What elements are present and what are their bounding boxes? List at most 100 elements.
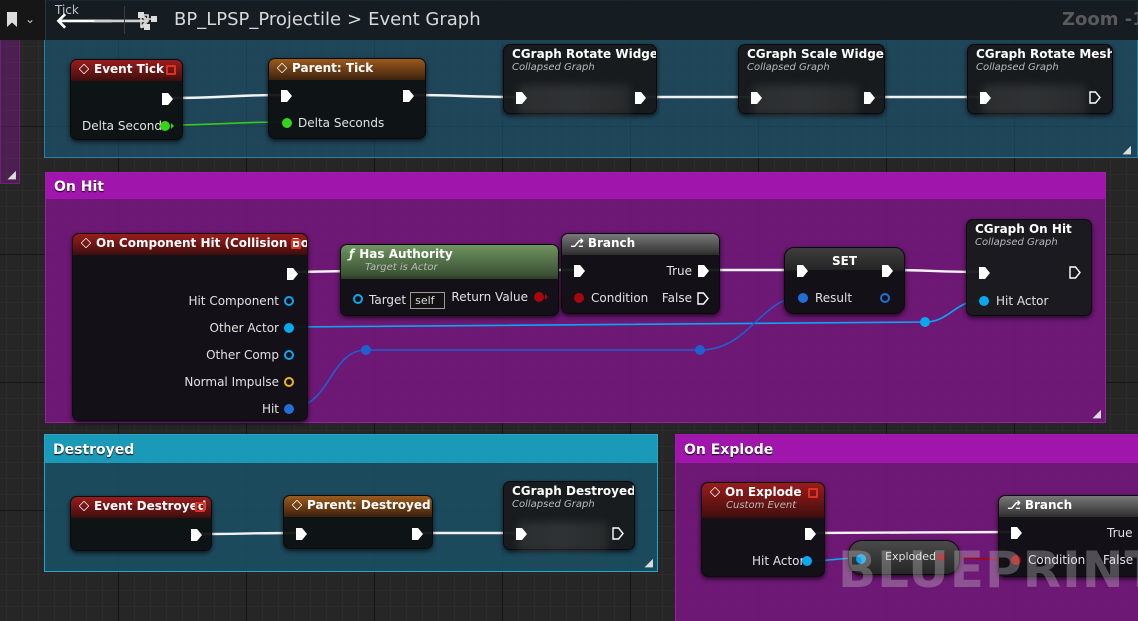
object-out-pin[interactable] — [284, 350, 294, 360]
exec-out-pin[interactable] — [287, 268, 298, 280]
node-header[interactable]: Parent: Tick — [269, 59, 425, 80]
blueprint-graph-canvas[interactable]: ◢ ◢ On Hit ◢ Destroyed ◢ On Explode Even… — [0, 0, 1138, 621]
exec-out-pin[interactable] — [1069, 266, 1081, 279]
exec-out-true-pin[interactable] — [698, 265, 709, 277]
pin-label: Return Value — [451, 290, 528, 304]
delegate-pin[interactable] — [166, 65, 176, 75]
exec-out-false-pin[interactable] — [697, 292, 709, 305]
object-out-pin[interactable] — [802, 556, 812, 566]
object-in-pin[interactable] — [353, 294, 363, 304]
graph-toolbar: ⌄ Tick 🡐 🡒 BP_LPSP_Projectile > Event Grap… — [0, 0, 1138, 40]
toolbar-divider — [124, 6, 125, 34]
exec-wire — [170, 93, 284, 100]
node-title: CGraph Destroyed — [512, 484, 634, 498]
node-parent-destroyed[interactable]: Parent: Destroyed — [283, 495, 433, 549]
node-header[interactable]: On Component Hit (Collision Box) — [73, 234, 307, 255]
pin-label: Hit Actor — [752, 554, 805, 568]
breadcrumb-graph[interactable]: Event Graph — [368, 9, 481, 30]
node-header[interactable]: CGraph Rotate Widget Collapsed Graph — [504, 45, 656, 81]
node-cgraph-on-hit[interactable]: CGraph On Hit Collapsed Graph Hit Actor — [966, 219, 1092, 316]
struct-out-pin[interactable] — [880, 293, 890, 303]
exec-out-pin[interactable] — [191, 529, 202, 541]
blueprint-watermark: BLUEPRINT — [838, 541, 1138, 599]
pin-arrow-icon — [545, 294, 548, 300]
node-header[interactable]: CGraph On Hit Collapsed Graph — [967, 220, 1091, 256]
exec-in-pin[interactable] — [1011, 527, 1022, 539]
node-cgraph-scale-widget[interactable]: CGraph Scale Widget Collapsed Graph — [738, 44, 885, 115]
node-set[interactable]: SET Result — [784, 247, 905, 314]
struct-in-pin[interactable] — [798, 293, 808, 303]
node-header[interactable]: CGraph Rotate Mesh Collapsed Graph — [968, 45, 1112, 81]
exec-out-pin[interactable] — [1089, 91, 1101, 104]
node-title: Parent: Destroyed — [307, 498, 431, 512]
node-on-explode[interactable]: On Explode Custom Event Hit Actor — [701, 482, 825, 577]
vector-out-pin[interactable] — [284, 377, 294, 387]
exec-in-pin[interactable] — [979, 267, 990, 279]
pin-label: False — [661, 291, 692, 305]
node-header[interactable]: Event Destroyed — [71, 497, 211, 518]
node-title: Event Tick — [94, 62, 165, 76]
bool-out-pin[interactable] — [534, 292, 544, 302]
target-default-value[interactable]: self — [410, 292, 446, 309]
exec-out-pin[interactable] — [635, 92, 646, 104]
event-icon — [78, 500, 90, 512]
node-cgraph-destroyed[interactable]: CGraph Destroyed Collapsed Graph — [503, 481, 635, 552]
exec-out-pin[interactable] — [612, 527, 624, 540]
delegate-pin[interactable] — [808, 488, 818, 498]
exec-in-pin[interactable] — [281, 90, 292, 102]
delegate-pin[interactable] — [195, 502, 205, 512]
node-header[interactable]: CGraph Scale Widget Collapsed Graph — [739, 45, 884, 81]
node-title: Branch — [587, 236, 636, 250]
exec-out-pin[interactable] — [162, 93, 173, 105]
exec-wire — [810, 530, 1016, 535]
object-out-pin[interactable] — [284, 323, 294, 333]
pin-label: Hit — [261, 402, 279, 416]
exec-out-pin[interactable] — [412, 528, 423, 540]
object-in-pin[interactable] — [979, 296, 989, 306]
node-header[interactable]: On Explode Custom Event — [702, 483, 824, 518]
exec-out-pin[interactable] — [864, 92, 875, 104]
float-in-pin[interactable] — [282, 118, 292, 128]
exec-out-pin[interactable] — [805, 528, 816, 540]
exec-in-pin[interactable] — [574, 265, 585, 277]
node-has-authority[interactable]: ƒ Has Authority Target is Actor Target sel… — [340, 244, 559, 316]
float-out-pin[interactable] — [160, 121, 170, 131]
reroute-knot — [361, 345, 371, 355]
node-branch-hit[interactable]: ⎇ Branch True Condition False — [561, 233, 720, 314]
node-event-destroyed[interactable]: Event Destroyed — [70, 496, 212, 551]
node-subtitle: Collapsed Graph — [747, 62, 830, 73]
node-header[interactable]: Parent: Destroyed — [284, 496, 432, 517]
node-subtitle: Collapsed Graph — [976, 62, 1059, 73]
event-icon — [276, 62, 288, 74]
breadcrumb-blueprint[interactable]: BP_LPSP_Projectile — [174, 9, 341, 30]
node-title: SET — [831, 254, 858, 268]
delegate-pin[interactable] — [291, 239, 301, 249]
bool-in-pin[interactable] — [574, 293, 584, 303]
bookmark-menu[interactable]: ⌄ — [0, 0, 46, 40]
pin-label: Target self — [369, 292, 446, 309]
node-header[interactable]: ⎇ Branch — [562, 234, 719, 255]
node-cgraph-rotate-mesh[interactable]: CGraph Rotate Mesh Collapsed Graph — [967, 44, 1113, 115]
node-header[interactable]: ⎇ Branch — [999, 496, 1138, 517]
event-icon — [80, 237, 92, 249]
collapsed-preview — [518, 85, 630, 115]
pin-label: Hit Actor — [996, 294, 1049, 308]
object-out-pin[interactable] — [284, 296, 294, 306]
exec-out-pin[interactable] — [403, 90, 414, 102]
pin-label: Normal Impulse — [184, 375, 279, 389]
node-subtitle: Collapsed Graph — [512, 62, 595, 73]
node-header[interactable]: CGraph Destroyed Collapsed Graph — [504, 482, 634, 518]
target-label: Target — [369, 293, 407, 307]
node-event-tick[interactable]: Event Tick Delta Seconds — [70, 59, 183, 140]
node-subtitle: Collapsed Graph — [975, 237, 1058, 248]
struct-out-pin[interactable] — [284, 404, 294, 414]
pin-arrow-icon — [171, 123, 174, 129]
node-parent-tick[interactable]: Parent: Tick Delta Seconds — [268, 58, 426, 139]
pin-label: True — [1107, 526, 1133, 540]
pin-label: Result — [815, 291, 853, 305]
exec-in-pin[interactable] — [296, 528, 307, 540]
node-header[interactable]: ƒ Has Authority Target is Actor — [341, 245, 558, 279]
node-on-component-hit[interactable]: On Component Hit (Collision Box) Hit Com… — [72, 233, 308, 421]
node-cgraph-rotate-widget[interactable]: CGraph Rotate Widget Collapsed Graph — [503, 44, 657, 115]
event-icon — [78, 63, 90, 75]
